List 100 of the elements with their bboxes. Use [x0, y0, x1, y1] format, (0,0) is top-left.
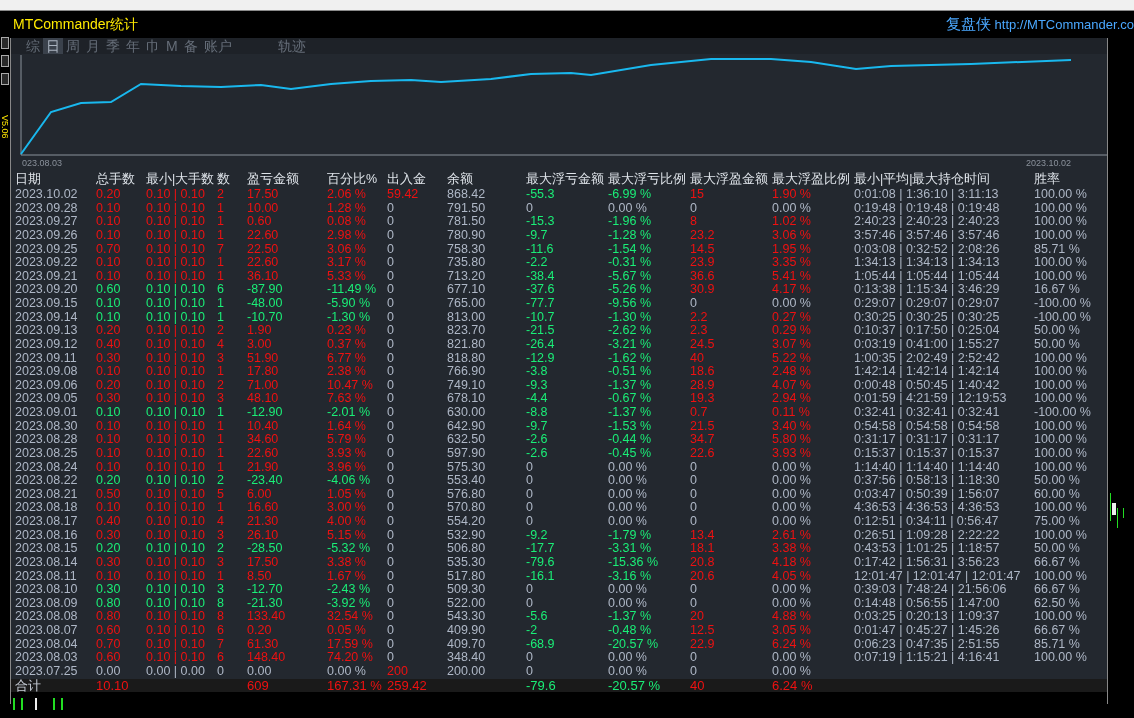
table-cell-text: 2023.09.12: [15, 337, 79, 352]
table-cell-text: 0: [387, 487, 395, 502]
table-cell-text: 0.10: [96, 569, 122, 584]
table-cell-text: 0: [690, 460, 698, 475]
table-cell-text: 0: [526, 664, 534, 679]
table-cell-text: 0.10 | 0.10: [146, 406, 206, 420]
table-cell-text: 50.00 %: [1034, 542, 1081, 556]
table-cell-text: 148.40: [247, 651, 287, 665]
table-cell-text: 23.2: [690, 228, 716, 243]
tab[interactable]: 备: [180, 38, 201, 54]
tab[interactable]: 账户: [200, 38, 235, 54]
table-cell-text: 0.00 %: [772, 664, 812, 679]
tab[interactable]: 周: [63, 38, 83, 54]
table-cell-text: 1: [217, 501, 225, 515]
tab[interactable]: 日: [43, 38, 63, 54]
table-cell-text: 0: [526, 583, 534, 597]
table-cell-text: 20.6: [690, 569, 716, 584]
table-cell-text: 0:12:51 | 0:34:11 | 0:56:47: [854, 515, 1000, 529]
website-link[interactable]: http://MTCommander.co: [994, 14, 1134, 35]
table-cell-text: 20: [690, 610, 705, 624]
table-cell-text: 0: [387, 419, 395, 434]
table-cell-text: 17.50: [247, 555, 280, 570]
table-cell-text: 735.80: [447, 256, 487, 270]
table-cell-text: 7.63 %: [327, 392, 367, 406]
table-cell-text: 0: [690, 651, 698, 665]
table-cell-text: 10.47 %: [327, 378, 374, 393]
table-cell-text: 0:03:47 | 0:50:39 | 1:56:07: [854, 487, 1001, 502]
table-cell-text: 0: [387, 337, 395, 352]
table-cell-text: -0.67 %: [608, 392, 653, 406]
table-cell-text: -1.30 %: [608, 310, 653, 325]
tab[interactable]: 季: [103, 38, 123, 54]
table-cell-text: 32.54 %: [327, 610, 374, 624]
table-cell-text: 0.30: [96, 528, 122, 543]
table-cell-text: -1.53 %: [608, 419, 653, 434]
table-cell-text: 0:19:48 | 0:19:48 | 0:19:48: [854, 201, 1001, 216]
toolbar-icon[interactable]: [1, 37, 9, 49]
table-cell-text: 2.48 %: [772, 365, 812, 379]
table-cell-text: 0.10 | 0.10: [146, 583, 206, 597]
table-cell-text: 0.10: [96, 215, 122, 229]
table-cell-text: 0.10 | 0.10: [146, 446, 206, 461]
table-cell-text: 2023.07.25: [15, 664, 79, 679]
table-cell-text: 0: [690, 297, 698, 311]
table-cell-text: 0.37 %: [327, 337, 367, 352]
table-cell-text: 758.30: [447, 242, 487, 257]
table-cell-text: 0.00 %: [327, 664, 367, 679]
table-cell-text: 0.30: [96, 555, 122, 570]
tab[interactable]: 轨迹: [274, 38, 309, 54]
table-cell-text: 1: [217, 406, 225, 420]
table-cell-text: 34.7: [690, 433, 716, 447]
table-cell-text: 2023.09.28: [15, 201, 79, 216]
table-cell-text: 0: [387, 310, 395, 325]
table-cell-text: 2.38 %: [327, 365, 367, 379]
column-header: 最大浮盈金额: [690, 171, 769, 188]
table-cell-text: 2.2: [690, 310, 709, 325]
table-cell-text: 100.00 %: [1034, 256, 1088, 270]
table-cell-text: 2023.09.21: [15, 269, 79, 284]
table-cell-text: 409.70: [447, 637, 487, 652]
toolbar-icon[interactable]: [1, 55, 9, 67]
table-cell-text: 10.40: [247, 419, 280, 434]
tab[interactable]: M: [163, 38, 181, 54]
table-cell-text: 22.50: [247, 242, 280, 257]
table-cell-text: 0.10: [96, 460, 122, 475]
tab[interactable]: 综: [23, 38, 43, 54]
table-cell-text: 100.00 %: [1034, 392, 1088, 406]
table-cell-text: 0: [387, 406, 395, 420]
window-title: MTCommander统计: [12, 15, 139, 34]
table-cell-text: 0: [387, 569, 395, 584]
table-cell-text: -100.00 %: [1034, 406, 1092, 420]
table-cell-text: 0.10 | 0.10: [146, 324, 206, 338]
table-cell-text: 100.00 %: [1034, 569, 1088, 584]
table-cell-text: 0.10: [96, 269, 122, 284]
table-cell-text: 17.80: [247, 365, 280, 379]
table-cell-text: 40: [690, 678, 706, 692]
table-cell-text: 0: [690, 501, 698, 515]
table-cell-text: 0:54:58 | 0:54:58 | 0:54:58: [854, 419, 1001, 434]
tab[interactable]: 月: [83, 38, 103, 54]
table-cell-text: 780.90: [447, 228, 487, 243]
toolbar-icon[interactable]: [1, 73, 9, 85]
table-cell-text: -6.99 %: [608, 188, 653, 202]
tab[interactable]: 年: [123, 38, 143, 54]
table-cell-text: 1.90: [247, 324, 273, 338]
table-cell-text: 2.94 %: [772, 392, 812, 406]
table-cell-text: 0: [387, 446, 395, 461]
table-cell-text: 2023.09.26: [15, 228, 79, 243]
table-cell-text: -0.45 %: [608, 446, 653, 461]
table-cell-text: 8: [217, 596, 225, 611]
table-cell-text: -2.43 %: [327, 583, 372, 597]
tab[interactable]: 巾: [143, 38, 163, 54]
table-cell-text: 17.50: [247, 188, 280, 202]
table-cell-text: -5.32 %: [327, 542, 372, 556]
table-cell-text: -100.00 %: [1034, 297, 1092, 311]
table-cell-text: 100.00 %: [1034, 378, 1088, 393]
table-cell-text: 5.41 %: [772, 269, 812, 284]
table-cell-text: 2023.08.28: [15, 433, 79, 447]
table-cell-text: 0: [690, 596, 698, 611]
table-cell-text: 4.17 %: [772, 283, 812, 297]
axis-label: 023.08.03: [22, 158, 63, 168]
table-cell-text: 1:42:14 | 1:42:14 | 1:42:14: [854, 365, 1001, 379]
table-cell-text: 0.08 %: [327, 215, 367, 229]
table-cell-text: -21.30: [247, 596, 284, 611]
